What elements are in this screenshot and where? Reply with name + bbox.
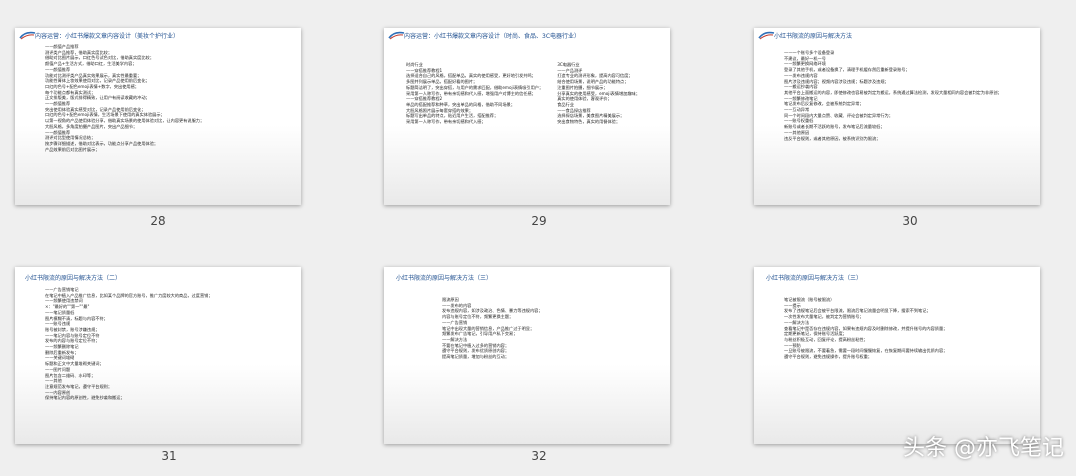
slide-line: 突出食物特色，真实的用餐体验； xyxy=(557,119,621,125)
slide-title: 小红书限流的原因与解决方法（二） xyxy=(25,275,122,282)
slide-body: ——一个账号多个设备登录 不建议，最好一机一号 ——频繁更换网络环境 登录了其他… xyxy=(784,50,1034,203)
slide-thumbnail-29[interactable]: 内容运营：小红书爆款文章内容设计（时尚、食品、3C电器行业） 时尚行业 ——穿搭… xyxy=(384,28,670,205)
slide-title: 内容运营：小红书爆款文章内容设计（美妆个护行业） xyxy=(35,33,180,40)
page-number: 31 xyxy=(161,449,177,463)
slide-thumbnail-31[interactable]: 小红书限流的原因与解决方法（二） ——广告营销笔记 在笔记中植入产品推广信息，比… xyxy=(15,267,301,444)
slide-body: 时尚行业 ——穿搭推荐教程1 选择适合自己的风格，搭配单品，真实的使用感受，更好… xyxy=(406,62,664,203)
slide-column-left: 时尚行业 ——穿搭推荐教程1 选择适合自己的风格，搭配单品，真实的使用感受，更好… xyxy=(406,62,543,203)
slide-title: 小红书限流的原因与解决方法（三） xyxy=(396,275,493,282)
slide-line: 产品效果前后对比图片展示； xyxy=(45,146,100,152)
slide-title: 小红书限流的原因与解决方法（三） xyxy=(766,275,863,282)
page-number: 32 xyxy=(531,449,547,463)
page-number: 30 xyxy=(902,214,918,228)
slide-thumbnail-33[interactable]: 小红书限流的原因与解决方法（三） 笔记被限流（账号被限流） ——提示 发布了违规… xyxy=(754,267,1040,444)
slide-title: 内容运营：小红书爆款文章内容设计（时尚、食品、3C电器行业） xyxy=(404,33,581,40)
slide-body: 限流原因 ——发布的内容 发布违规内容，如涉及政治、色情、暴力等违规内容； 内容… xyxy=(442,297,664,442)
slide-title: 小红书限流的原因与解决方法 xyxy=(774,33,853,40)
slide-thumbnail-32[interactable]: 小红书限流的原因与解决方法（三） 限流原因 ——发布的内容 发布违规内容，如涉及… xyxy=(384,267,670,444)
slide-line: 遵守平台规则，避免违规操作，提升账号权重； xyxy=(784,354,872,360)
slide-thumbnail-28[interactable]: 内容运营：小红书爆款文章内容设计（美妆个护行业） ——颜值产品推荐 测评类产品推… xyxy=(15,28,301,205)
page-number: 28 xyxy=(150,214,166,228)
watermark: 头条 @亦飞笔记 xyxy=(903,436,1064,461)
slide-line: 采用第一人称写作，带有亲切感和代入感； xyxy=(406,119,486,125)
slide-line: 提高笔记质量，增加与粉丝的互动； xyxy=(442,354,510,360)
slide-body: ——广告营销笔记 在笔记中植入产品推广信息，比如某个品牌的官方账号，推广力度较大… xyxy=(45,287,295,442)
slide-body: ——颜值产品推荐 测评类产品推荐，借助真实度比较； 借助对比图片展示，口红色号试… xyxy=(45,44,295,203)
page-number: 29 xyxy=(531,214,547,228)
slide-line: 保持笔记内容的原创性，避免抄袭和搬运； xyxy=(45,395,125,401)
slide-column-right: 3C电器行业 ——产品测评 打造专业的测评形象，提高内容可信度； 结合使用场景，… xyxy=(557,62,664,203)
slide-body: 笔记被限流（账号被限流） ——提示 发布了违规笔记后会被平台限流，限流后笔记流量… xyxy=(784,297,1034,442)
slide-line: 违反平台规则，或者其他原因，被系统识别为限流； xyxy=(784,135,881,141)
slide-thumbnail-30[interactable]: 小红书限流的原因与解决方法 ——一个账号多个设备登录 不建议，最好一机一号 ——… xyxy=(754,28,1040,205)
slide-line: 标题简洁明了，突出穿搭，与用户的需求匹配，借助emoji表情吸引用户； xyxy=(406,84,544,90)
slide-line: 其他平台上面搬运的内容，即使修改也容易被判定为搬运，系统通过算法检测，发现大量相… xyxy=(784,89,1002,95)
